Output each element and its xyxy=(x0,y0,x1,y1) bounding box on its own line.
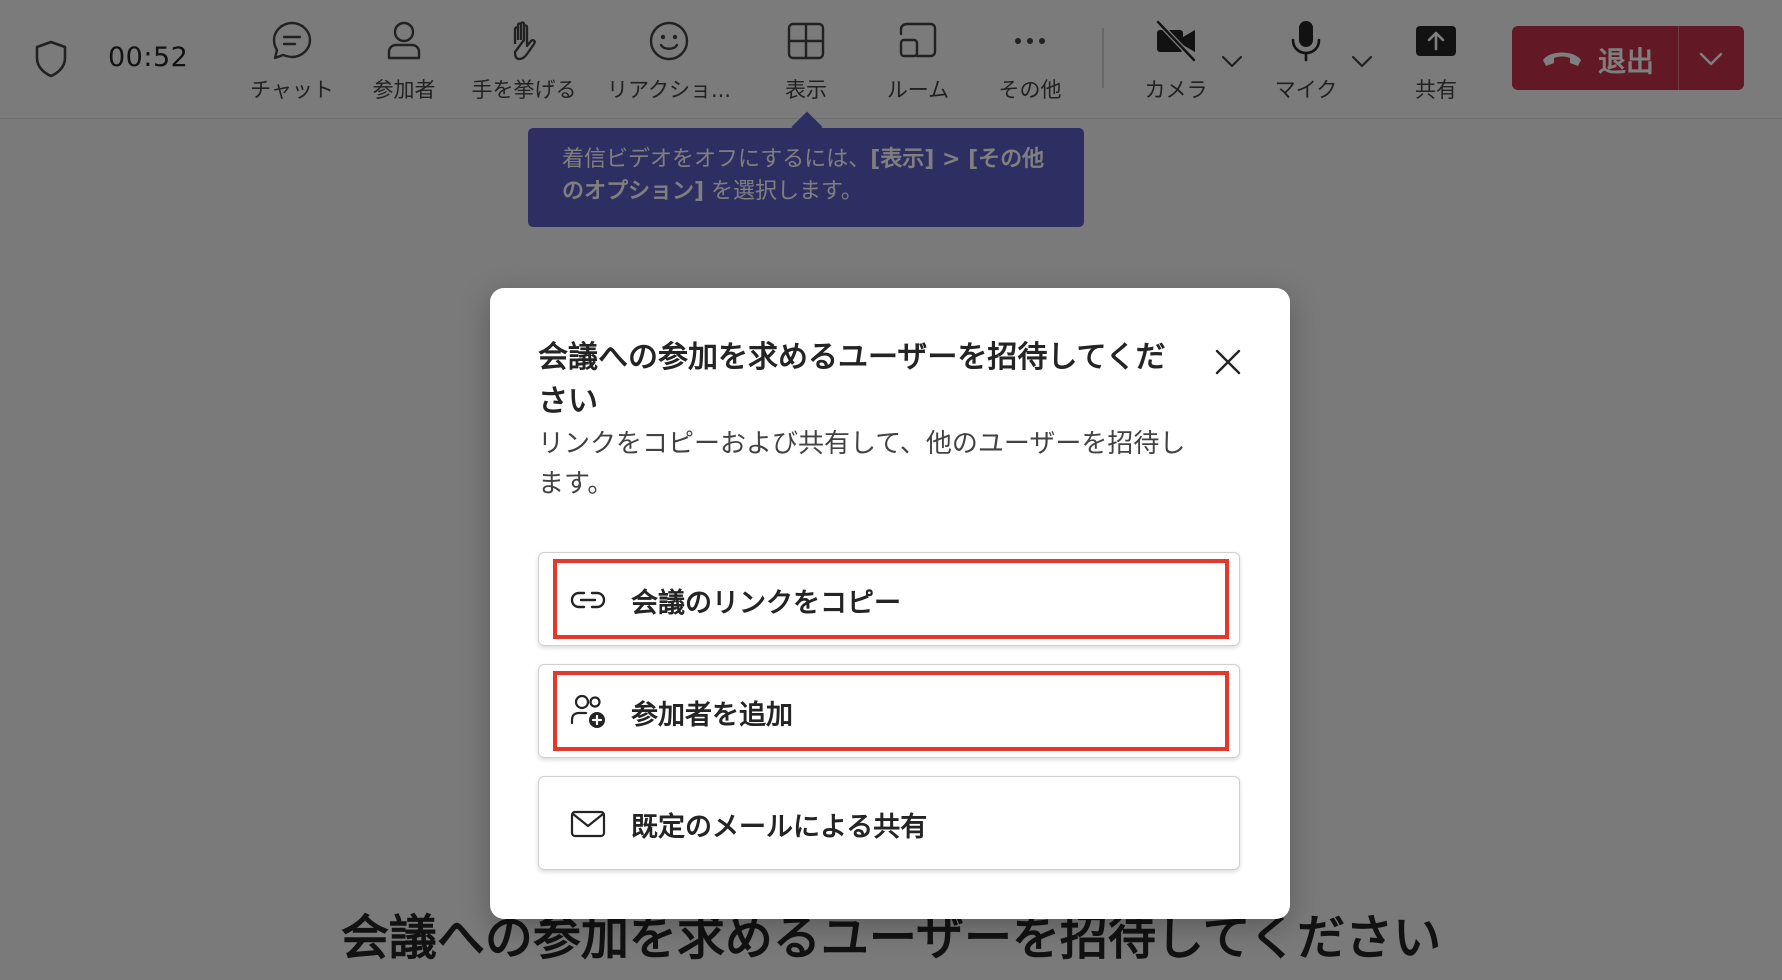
share-via-email-label: 既定のメールによる共有 xyxy=(631,812,928,843)
add-participants-label: 参加者を追加 xyxy=(631,700,793,731)
link-icon xyxy=(570,591,606,609)
dialog-description: リンクをコピーおよび共有して、他のユーザーを招待します。 xyxy=(538,429,1186,499)
share-via-email-button[interactable]: 既定のメールによる共有 xyxy=(538,776,1240,870)
copy-link-button[interactable]: 会議のリンクをコピー xyxy=(538,552,1240,646)
dialog-title: 会議への参加を求めるユーザーを招待してください xyxy=(538,340,1166,419)
mail-icon xyxy=(570,810,606,838)
invite-dialog: 会議への参加を求めるユーザーを招待してください リンクをコピーおよび共有して、他… xyxy=(490,288,1290,919)
copy-link-label: 会議のリンクをコピー xyxy=(631,588,901,619)
close-icon[interactable] xyxy=(1210,344,1246,380)
add-participants-button[interactable]: 参加者を追加 xyxy=(538,664,1240,758)
add-person-icon xyxy=(570,694,605,728)
